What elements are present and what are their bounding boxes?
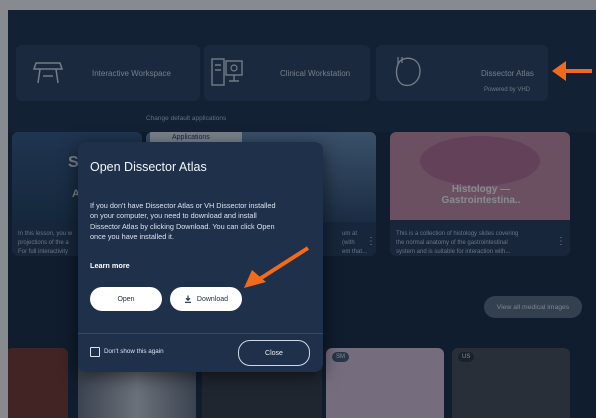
learn-more-link[interactable]: Learn more	[90, 261, 130, 270]
open-button[interactable]: Open	[90, 287, 162, 311]
download-button[interactable]: Download	[170, 287, 242, 311]
download-icon	[184, 295, 191, 303]
dialog-body-line: Dissector Atlas by clicking Download. Yo…	[90, 221, 275, 231]
dont-show-checkbox[interactable]	[90, 347, 100, 357]
close-button[interactable]: Close	[238, 340, 310, 366]
download-button-label: Download	[196, 295, 229, 303]
close-button-label: Close	[265, 349, 283, 357]
annotation-arrow-icon	[244, 246, 310, 288]
open-button-label: Open	[117, 295, 135, 303]
dialog-body-line: once you have installed it.	[90, 232, 174, 242]
annotation-arrow-icon	[552, 61, 592, 81]
dialog-title: Open Dissector Atlas	[90, 160, 207, 174]
dialog-divider	[78, 333, 323, 334]
dialog-body-line: on your computer, you need to download a…	[90, 211, 257, 221]
dialog-body-line: If you don't have Dissector Atlas or VH …	[90, 201, 276, 210]
dont-show-label: Don't show this again	[104, 348, 164, 355]
dialog-body: If you don't have Dissector Atlas or VH …	[90, 201, 315, 243]
